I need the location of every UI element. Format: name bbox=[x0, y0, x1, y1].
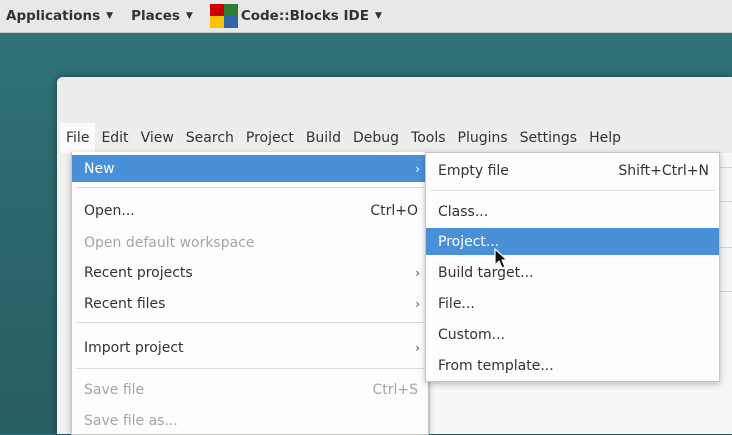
menu-separator bbox=[430, 190, 715, 191]
app-menu[interactable]: Code::Blocks IDE ▼ bbox=[199, 0, 388, 32]
file-menu-save-file: Save file Ctrl+S bbox=[72, 376, 428, 403]
file-menu-save-file-as: Save file as... bbox=[72, 407, 428, 434]
chevron-right-icon: › bbox=[415, 265, 420, 280]
file-menu-open[interactable]: Open... Ctrl+O bbox=[72, 197, 428, 224]
menu-item-label: Class... bbox=[438, 203, 489, 220]
menu-tools[interactable]: Tools bbox=[405, 123, 452, 153]
menu-item-label: New bbox=[84, 160, 115, 177]
new-menu-custom[interactable]: Custom... bbox=[426, 321, 719, 348]
menu-separator bbox=[76, 187, 424, 188]
menu-file[interactable]: File bbox=[60, 123, 96, 153]
menu-help[interactable]: Help bbox=[583, 123, 627, 153]
menu-item-label: Custom... bbox=[438, 326, 505, 343]
menu-item-label: Recent projects bbox=[84, 264, 193, 281]
top-panel: Applications ▼ Places ▼ Code::Blocks IDE… bbox=[0, 0, 732, 33]
places-label: Places bbox=[131, 8, 180, 24]
toolbar-separator bbox=[720, 167, 732, 168]
dropdown-arrow-icon: ▼ bbox=[106, 11, 114, 21]
file-menu-open-default-workspace: Open default workspace bbox=[72, 229, 428, 256]
mouse-pointer-icon bbox=[494, 248, 508, 269]
menu-search[interactable]: Search bbox=[180, 123, 240, 153]
menubar: File Edit View Search Project Build Debu… bbox=[57, 123, 732, 153]
new-menu-project[interactable]: Project... bbox=[426, 228, 719, 255]
applications-label: Applications bbox=[6, 8, 101, 24]
menu-view[interactable]: View bbox=[135, 123, 180, 153]
menu-item-accelerator: Shift+Ctrl+N bbox=[618, 162, 709, 179]
places-menu[interactable]: Places ▼ bbox=[119, 0, 199, 32]
menu-item-label: Build target... bbox=[438, 264, 534, 281]
menu-separator bbox=[76, 368, 424, 369]
new-menu-empty-file[interactable]: Empty file Shift+Ctrl+N bbox=[426, 157, 719, 184]
menu-build[interactable]: Build bbox=[300, 123, 347, 153]
toolbar-separator bbox=[720, 201, 732, 202]
new-menu-file[interactable]: File... bbox=[426, 290, 719, 317]
new-menu-class[interactable]: Class... bbox=[426, 198, 719, 225]
app-menu-label: Code::Blocks IDE bbox=[240, 8, 369, 24]
menu-edit[interactable]: Edit bbox=[95, 123, 134, 153]
menu-item-label: Open... bbox=[84, 202, 135, 219]
menu-item-accelerator: Ctrl+O bbox=[370, 202, 418, 219]
applications-menu[interactable]: Applications ▼ bbox=[0, 0, 119, 32]
menu-debug[interactable]: Debug bbox=[347, 123, 405, 153]
chevron-right-icon: › bbox=[415, 340, 420, 355]
menu-item-label: Import project bbox=[84, 339, 184, 356]
file-menu-new[interactable]: New › bbox=[72, 155, 428, 182]
chevron-right-icon: › bbox=[415, 161, 420, 176]
new-menu-from-template[interactable]: From template... bbox=[426, 352, 719, 379]
menu-settings[interactable]: Settings bbox=[514, 123, 583, 153]
menu-item-label: Save file bbox=[84, 381, 145, 398]
file-menu-recent-files[interactable]: Recent files › bbox=[72, 290, 428, 317]
menu-separator bbox=[76, 322, 424, 323]
menu-project[interactable]: Project bbox=[240, 123, 300, 153]
file-menu-import-project[interactable]: Import project › bbox=[72, 334, 428, 361]
menu-item-accelerator: Ctrl+S bbox=[372, 381, 418, 398]
new-menu-build-target[interactable]: Build target... bbox=[426, 259, 719, 286]
menu-item-label: Save file as... bbox=[84, 412, 178, 429]
new-submenu: Empty file Shift+Ctrl+N Class... Project… bbox=[425, 152, 720, 382]
menu-item-label: Project... bbox=[438, 233, 500, 250]
window-titlebar[interactable] bbox=[57, 77, 732, 123]
menu-item-label: Empty file bbox=[438, 162, 509, 179]
chevron-right-icon: › bbox=[415, 296, 420, 311]
menu-plugins[interactable]: Plugins bbox=[452, 123, 514, 153]
toolbar-separator bbox=[720, 247, 732, 248]
dropdown-arrow-icon: ▼ bbox=[185, 11, 193, 21]
toolbar-separator bbox=[720, 291, 732, 292]
menu-item-label: From template... bbox=[438, 357, 554, 374]
menu-item-label: Recent files bbox=[84, 295, 166, 312]
menu-item-label: Open default workspace bbox=[84, 234, 255, 251]
dropdown-arrow-icon: ▼ bbox=[375, 11, 382, 21]
file-menu: New › Open... Ctrl+O Open default worksp… bbox=[71, 152, 429, 435]
file-menu-recent-projects[interactable]: Recent projects › bbox=[72, 259, 428, 286]
codeblocks-logo-icon bbox=[209, 3, 239, 29]
menu-item-label: File... bbox=[438, 295, 475, 312]
